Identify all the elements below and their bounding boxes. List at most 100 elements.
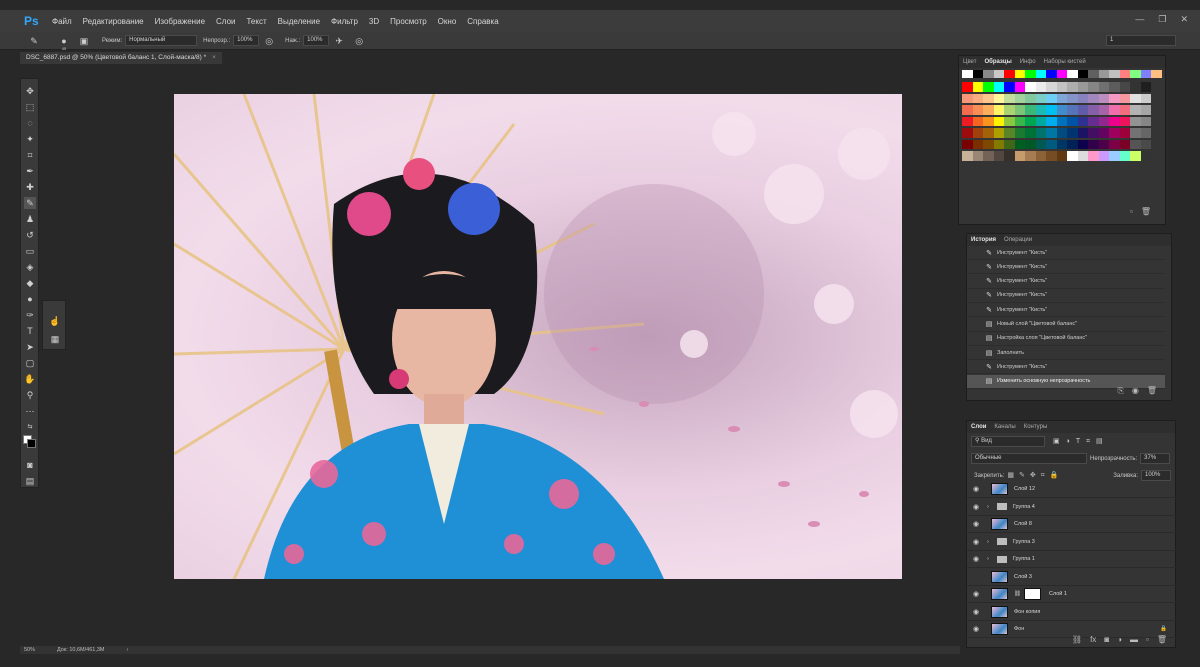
brush-tool-icon[interactable]: ✎ [24,197,36,209]
layer-row[interactable]: ◉ › Группа 3 [967,534,1177,551]
swatch[interactable] [1098,116,1109,126]
status-menu-arrow[interactable]: › [126,646,128,654]
zoom-level[interactable]: 50% [24,646,35,654]
swatch-top[interactable] [1140,70,1151,78]
mode-select[interactable]: Нормальный [125,35,198,46]
swatch[interactable] [1088,116,1099,126]
document-canvas[interactable] [174,94,902,579]
paint-bucket-tool-icon[interactable]: ◈ [24,261,36,273]
swatch[interactable] [1098,128,1109,138]
swatch[interactable] [1119,93,1130,103]
swatch[interactable] [1077,151,1088,161]
tab-color[interactable]: Цвет [963,59,976,65]
swatch[interactable] [1140,151,1151,161]
swatch[interactable] [1004,128,1015,138]
swatch[interactable] [972,93,983,103]
swatch[interactable] [1025,139,1036,149]
hand-tool-icon[interactable]: ✋ [24,373,36,385]
menu-edit[interactable]: Редактирование [83,17,144,26]
new-swatch-icon[interactable]: ▫ [1130,207,1133,216]
swatch[interactable] [1056,128,1067,138]
swatch[interactable] [1035,151,1046,161]
swatch[interactable] [1025,93,1036,103]
menu-type[interactable]: Текст [246,17,266,26]
swatch[interactable] [1140,93,1151,103]
visibility-eye-icon[interactable]: ◉ [969,520,983,528]
zoom-tool-icon[interactable]: ⚲ [24,389,36,401]
visibility-eye-icon[interactable]: ◉ [969,625,983,633]
swatch[interactable] [1109,151,1120,161]
swatch[interactable] [1088,105,1099,115]
swatch[interactable] [1035,139,1046,149]
swatch[interactable] [972,128,983,138]
swatch-top[interactable] [1025,70,1036,78]
flow-input[interactable]: 100% [303,35,330,46]
shape-tool-icon[interactable]: ▢ [24,357,36,369]
brush-preset-picker[interactable]: ● 45 [58,35,70,51]
swatch[interactable] [1109,105,1120,115]
swatch[interactable] [1077,93,1088,103]
swatch[interactable] [1130,82,1141,92]
history-item[interactable]: ✎ Инструмент "Кисть" [967,275,1165,289]
brush-tool-icon[interactable]: ✎ [28,35,40,47]
swatch[interactable] [1109,128,1120,138]
swatch-top[interactable] [962,70,973,78]
swatch[interactable] [1130,128,1141,138]
swatch[interactable] [1014,116,1025,126]
menu-layers[interactable]: Слои [216,17,235,26]
marquee-tool-icon[interactable]: ⬚ [24,101,36,113]
swatch-top[interactable] [1004,70,1015,78]
swatch[interactable] [1035,93,1046,103]
swatch[interactable] [1130,105,1141,115]
swatch[interactable] [1109,139,1120,149]
swatch[interactable] [1025,116,1036,126]
visibility-eye-icon[interactable]: ◉ [969,555,983,563]
swatch[interactable] [1119,139,1130,149]
swatch[interactable] [1077,105,1088,115]
tab-swatches[interactable]: Образцы [984,59,1011,65]
swatch-top[interactable] [1046,70,1057,78]
swatch[interactable] [1119,151,1130,161]
swatch[interactable] [1088,93,1099,103]
chevron-right-icon[interactable]: › [987,539,989,545]
swatch[interactable] [983,105,994,115]
swatch[interactable] [1056,93,1067,103]
swatch[interactable] [1056,139,1067,149]
screen-mode-icon[interactable]: ▤ [24,475,36,487]
swatch-top[interactable] [1014,70,1025,78]
history-item[interactable]: ✎ Инструмент "Кисть" [967,246,1165,260]
swatch[interactable] [962,116,973,126]
background-color-swatch[interactable] [27,439,36,448]
swatch[interactable] [1004,116,1015,126]
swatch[interactable] [993,139,1004,149]
history-item[interactable]: ✎ Инструмент "Кисть" [967,289,1165,303]
swatch[interactable] [993,93,1004,103]
pressure-opacity-icon[interactable]: ◎ [263,35,275,47]
swatch[interactable] [1004,82,1015,92]
swatch[interactable] [1067,116,1078,126]
more-tools-icon[interactable]: ⋯ [24,405,36,417]
history-item[interactable]: ✎ Инструмент "Кисть" [967,360,1165,375]
tab-actions[interactable]: Операции [1004,237,1032,243]
opacity-input[interactable]: 100% [233,35,260,46]
path-selection-tool-icon[interactable]: ➤ [24,341,36,353]
swatch-top[interactable] [1077,70,1088,78]
swatch[interactable] [983,82,994,92]
menu-filter[interactable]: Фильтр [331,17,358,26]
type-tool-icon[interactable]: T [24,325,36,337]
brush-panel-toggle-icon[interactable]: ▣ [78,35,90,47]
swatch[interactable] [983,151,994,161]
layer-opacity-input[interactable]: 37% [1140,453,1171,464]
swatch[interactable] [962,82,973,92]
swatch-top[interactable] [972,70,983,78]
layer-row[interactable]: ◉ › Группа 4 [967,499,1177,516]
quick-mask-icon[interactable]: ◙ [24,459,36,471]
close-icon[interactable]: ✕ [1180,14,1188,25]
swatch[interactable] [1046,116,1057,126]
swatch[interactable] [1004,139,1015,149]
swatch[interactable] [1035,116,1046,126]
restore-icon[interactable]: ❐ [1158,14,1166,25]
crop-tool-icon[interactable]: ⌗ [24,149,36,161]
history-item[interactable]: ▤ Новый слой "Цветовой баланс" [967,318,1165,332]
swatch[interactable] [993,105,1004,115]
